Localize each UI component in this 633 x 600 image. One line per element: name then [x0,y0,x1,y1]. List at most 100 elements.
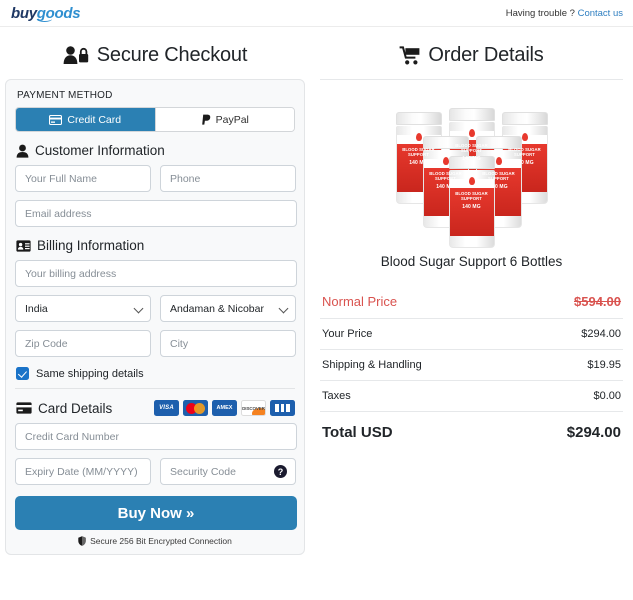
card-number-row [15,423,297,450]
discover-icon: DISCOVER [241,400,266,416]
card-details-divider [15,388,295,389]
full-name-input[interactable] [15,165,151,192]
bottle-label-line2: SUPPORT [514,152,535,157]
order-line-your-price: Your Price $294.00 [320,319,623,350]
shield-icon [78,536,86,546]
billing-information-heading: Billing Information [16,238,295,253]
mastercard-icon [183,400,208,416]
customer-information-heading: Customer Information [16,143,295,158]
order-column: Order Details BLOOD SUGAR SUPPORT 140 MG B… [310,35,633,555]
product-name: Blood Sugar Support 6 Bottles [380,254,563,269]
person-icon [16,144,29,158]
order-heading: Order Details [320,45,623,65]
buy-now-button[interactable]: Buy Now » [15,496,297,530]
order-line-value: $19.95 [587,359,621,371]
country-select[interactable]: India [15,295,151,322]
phone-input[interactable] [160,165,296,192]
logo-text-buy: buy [11,4,37,22]
bottle-label-mg: 140 MG [489,184,508,190]
order-line-total: Total USD $294.00 [320,412,623,450]
payment-card-panel: PAYMENT METHOD Credit Card PayPal Custom… [5,79,305,555]
card-number-input[interactable] [15,423,297,450]
order-line-label: Shipping & Handling [322,359,422,371]
secure-connection-note: Secure 256 Bit Encrypted Connection [15,536,295,546]
email-input[interactable] [15,200,297,227]
order-total-value: $294.00 [566,424,621,441]
card-details-label: Card Details [38,400,113,416]
tab-paypal-label: PayPal [215,113,249,126]
buygoods-logo[interactable]: buygoods [11,4,81,22]
payment-method-tabs: Credit Card PayPal [15,107,295,132]
state-select[interactable]: Andaman & Nicobar [160,295,296,322]
state-select-value: Andaman & Nicobar [160,295,296,322]
order-line-value: $294.00 [581,328,621,340]
country-select-value: India [15,295,151,322]
checkout-title-text: Secure Checkout [96,44,248,66]
shopping-cart-icon [399,45,420,65]
country-state-row: India Andaman & Nicobar [15,295,296,322]
amex-icon: AMEX [212,400,237,416]
same-shipping-row[interactable]: Same shipping details [16,367,295,380]
bottle-label-line2: SUPPORT [408,152,429,157]
product-bottle: BLOOD SUGAR SUPPORT 140 MG [448,156,495,248]
order-line-label: Taxes [322,390,351,402]
order-total-label: Total USD [322,424,393,441]
city-input[interactable] [160,330,296,357]
customer-name-phone-row [15,165,296,192]
paypal-icon [201,114,211,126]
order-line-normal-price: Normal Price $594.00 [320,285,623,319]
checkout-column: Secure Checkout PAYMENT METHOD Credit Ca… [0,35,310,555]
jcb-icon [270,400,295,416]
order-line-label: Normal Price [322,294,398,309]
customer-email-row [15,200,297,227]
bottle-label-line2: SUPPORT [461,148,482,153]
card-details-heading: Card Details VISA AMEX DISCOVER [16,400,295,416]
help-label: Having trouble ? [505,7,575,19]
order-line-value: $594.00 [574,294,621,309]
bottle-label-line2: SUPPORT [461,196,482,201]
logo-swoosh-icon [37,16,52,22]
order-title-text: Order Details [428,44,544,66]
site-header: buygoods Having trouble ? Contact us [0,0,633,27]
order-line-taxes: Taxes $0.00 [320,381,623,412]
expiry-cvv-row: ? [15,458,296,485]
bottle-label-mg: 140 MG [515,160,534,166]
billing-address-input[interactable] [15,260,297,287]
bottle-label-line2: SUPPORT [488,176,509,181]
id-card-icon [16,239,31,252]
product-bottles-group: BLOOD SUGAR SUPPORT 140 MG BLOOD SUGAR SUPP… [382,100,562,248]
expiry-date-input[interactable] [15,458,151,485]
zip-code-input[interactable] [15,330,151,357]
same-shipping-label: Same shipping details [36,367,144,380]
same-shipping-checkbox[interactable] [16,367,29,380]
order-line-shipping: Shipping & Handling $19.95 [320,350,623,381]
secure-connection-text: Secure 256 Bit Encrypted Connection [90,536,232,546]
payment-method-label: PAYMENT METHOD [17,90,113,101]
tab-paypal[interactable]: PayPal [154,108,294,131]
customer-information-label: Customer Information [35,143,165,158]
bottle-label-mg: 140 MG [462,156,481,162]
tab-credit-card-label: Credit Card [67,113,122,126]
billing-address-row [15,260,297,287]
bottle-label-mg: 140 MG [409,160,428,166]
checkout-heading: Secure Checkout [5,45,305,65]
order-top-divider [320,79,623,80]
security-code-wrapper: ? [160,458,296,485]
accepted-card-brands: VISA AMEX DISCOVER [154,400,295,416]
card-icon [16,402,32,414]
tab-credit-card[interactable]: Credit Card [16,108,155,131]
contact-us-link[interactable]: Contact us [578,8,623,19]
order-line-label: Your Price [322,328,373,340]
discover-icon-text: DISCOVER [242,405,265,411]
credit-card-icon [49,114,63,125]
visa-icon: VISA [154,400,179,416]
header-help: Having trouble ? Contact us [506,8,623,19]
billing-information-label: Billing Information [37,238,145,253]
page-columns: Secure Checkout PAYMENT METHOD Credit Ca… [0,27,633,555]
user-lock-icon [63,45,89,65]
bottle-label-mg: 140 MG [436,184,455,190]
zip-city-row [15,330,296,357]
order-line-value: $0.00 [593,390,621,402]
bottle-label-mg: 140 MG [462,204,481,210]
security-code-help-icon[interactable]: ? [274,465,287,478]
